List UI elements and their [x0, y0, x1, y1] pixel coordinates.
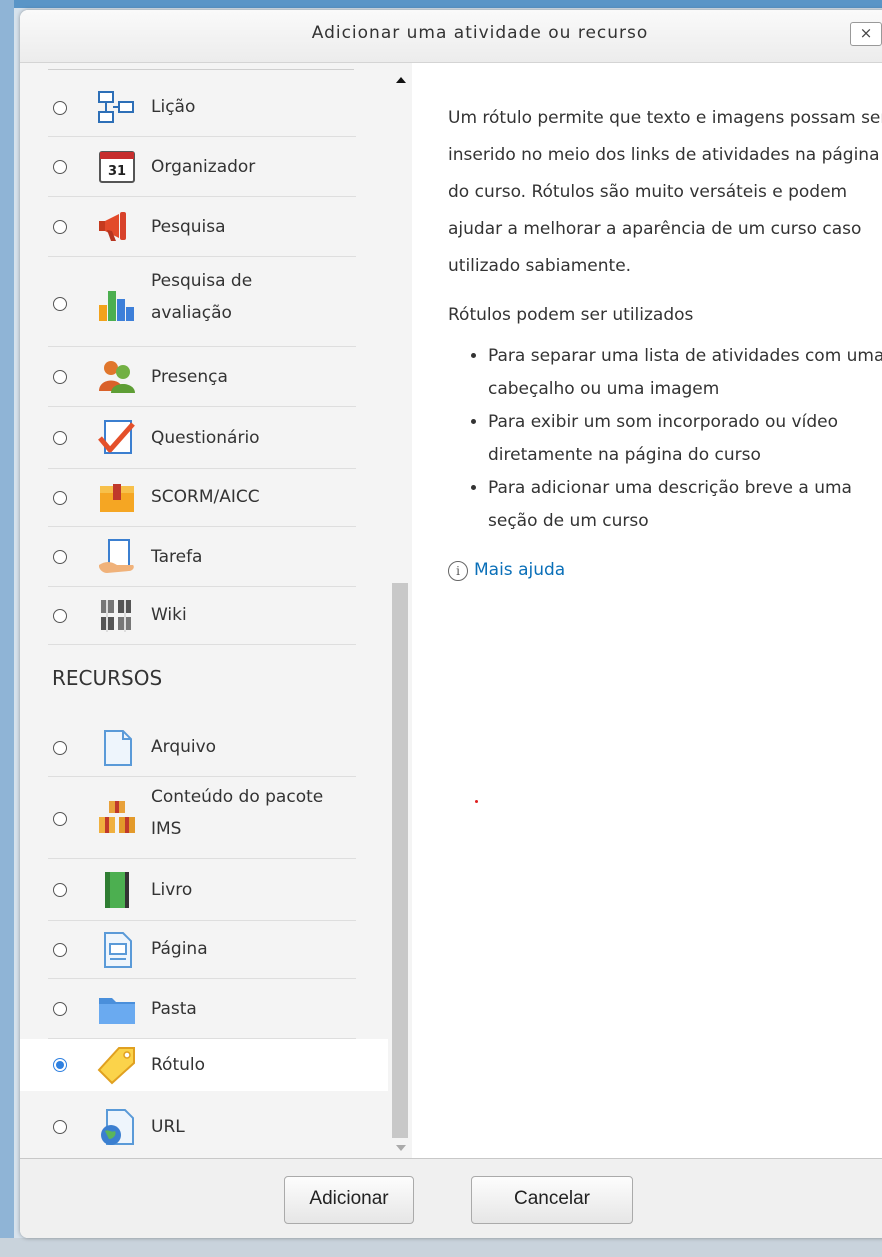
option-organizador[interactable]: 31 Organizador	[20, 137, 388, 197]
radio-pesquisa[interactable]	[53, 220, 67, 234]
option-presenca[interactable]: Presença	[20, 347, 388, 407]
option-label: Pesquisa de avaliação	[151, 271, 253, 323]
list-separator	[48, 644, 356, 645]
option-licao[interactable]: Lição	[20, 79, 388, 137]
option-label: Livro	[151, 880, 193, 900]
radio-licao[interactable]	[53, 101, 67, 115]
option-livro[interactable]: Livro	[20, 859, 388, 921]
book-icon	[105, 872, 129, 908]
radio-scorm-aicc[interactable]	[53, 491, 67, 505]
svg-text:31: 31	[108, 164, 126, 179]
module-description: Um rótulo permite que texto e imagens po…	[448, 100, 882, 589]
option-rotulo[interactable]: Rótulo	[20, 1039, 388, 1091]
list-separator	[48, 69, 354, 70]
description-paragraph: Um rótulo permite que texto e imagens po…	[448, 108, 882, 276]
list-scrollbar[interactable]	[388, 63, 412, 1158]
megaphone-icon	[99, 212, 126, 241]
option-label: Wiki	[151, 605, 187, 625]
radio-conteudo-pacote-ims[interactable]	[53, 812, 67, 826]
tag-icon	[97, 1047, 135, 1085]
radio-tarefa[interactable]	[53, 550, 67, 564]
calendar-icon: 31	[99, 151, 135, 183]
more-help-label[interactable]: Mais ajuda	[474, 552, 565, 589]
option-label: Presença	[151, 367, 228, 387]
option-label: Pasta	[151, 999, 197, 1019]
option-label: Organizador	[151, 157, 256, 177]
option-pasta[interactable]: Pasta	[20, 979, 388, 1039]
usage-list-item: Para separar uma lista de atividades com…	[488, 340, 882, 406]
scroll-down-icon[interactable]	[396, 1145, 406, 1151]
option-label: Conteúdo do pacote IMS	[151, 787, 324, 839]
option-arquivo[interactable]: Arquivo	[20, 719, 388, 777]
option-label: Página	[151, 939, 208, 959]
hand-document-icon	[99, 539, 134, 573]
dialog-title: Adicionar uma atividade ou recurso	[311, 23, 649, 43]
radio-rotulo[interactable]	[53, 1058, 67, 1072]
option-url[interactable]: URL	[20, 1097, 388, 1157]
option-conteudo-pacote-ims[interactable]: Conteúdo do pacote IMS	[20, 777, 388, 859]
option-pagina[interactable]: Página	[20, 921, 388, 979]
bar-chart-icon	[99, 291, 134, 321]
dialog-titlebar: Adicionar uma atividade ou recurso ×	[20, 10, 882, 63]
option-pesquisa[interactable]: Pesquisa	[20, 197, 388, 257]
usage-list-item: Para adicionar uma descrição breve a uma…	[488, 472, 882, 538]
option-wiki[interactable]: Wiki	[20, 587, 388, 645]
scroll-up-icon[interactable]	[396, 77, 406, 83]
page-icon	[104, 932, 132, 968]
radio-wiki[interactable]	[53, 609, 67, 623]
window-bottom-edge	[0, 1238, 882, 1257]
option-label: Rótulo	[151, 1055, 206, 1075]
checkmark-document-icon	[98, 420, 135, 454]
radio-questionario[interactable]	[53, 431, 67, 445]
option-scorm-aicc[interactable]: SCORM/AICC	[20, 469, 388, 527]
option-pesquisa-de-avaliacao[interactable]: Pesquisa de avaliação	[20, 257, 388, 347]
people-icon	[99, 361, 135, 393]
file-icon	[104, 730, 132, 766]
scrollbar-thumb[interactable]	[392, 583, 408, 1138]
window-top-strip	[0, 0, 882, 8]
add-button[interactable]: Adicionar	[284, 1176, 414, 1224]
radio-organizador[interactable]	[53, 160, 67, 174]
globe-document-icon	[101, 1109, 134, 1145]
radio-presenca[interactable]	[53, 370, 67, 384]
close-button[interactable]: ×	[850, 22, 882, 46]
description-subheading: Rótulos podem ser utilizados	[448, 305, 694, 325]
option-label: Tarefa	[151, 547, 203, 567]
option-label: Lição	[151, 97, 196, 117]
radio-pasta[interactable]	[53, 1002, 67, 1016]
radio-pesquisa-de-avaliacao[interactable]	[53, 297, 67, 311]
dialog-footer: Adicionar Cancelar	[20, 1158, 882, 1238]
more-help-link[interactable]: i Mais ajuda	[448, 552, 882, 589]
option-label: Questionário	[151, 428, 260, 448]
usage-list-item: Para exibir um som incorporado ou vídeo …	[488, 406, 882, 472]
option-label: Arquivo	[151, 737, 217, 757]
option-tarefa[interactable]: Tarefa	[20, 527, 388, 587]
info-icon: i	[448, 560, 468, 581]
window-left-edge	[0, 0, 14, 1257]
cancel-button[interactable]: Cancelar	[471, 1176, 633, 1224]
stray-dot	[475, 800, 478, 803]
package-icon	[100, 484, 134, 512]
option-questionario[interactable]: Questionário	[20, 407, 388, 469]
radio-url[interactable]	[53, 1120, 67, 1134]
radio-pagina[interactable]	[53, 943, 67, 957]
radio-livro[interactable]	[53, 883, 67, 897]
radio-arquivo[interactable]	[53, 741, 67, 755]
usage-list: Para separar uma lista de atividades com…	[448, 340, 882, 538]
option-label: URL	[151, 1117, 185, 1137]
wiki-icon	[101, 600, 131, 632]
option-label: SCORM/AICC	[151, 487, 260, 507]
activity-chooser-dialog: Adicionar uma atividade ou recurso × Liç…	[20, 10, 882, 1238]
folder-icon	[99, 998, 135, 1024]
lesson-icon	[98, 91, 134, 123]
ims-package-icon	[99, 801, 135, 833]
resources-heading: RECURSOS	[52, 666, 163, 690]
module-list: Lição 31 Organizador Pesquisa Pesquisa d…	[20, 63, 388, 1158]
option-label: Pesquisa	[151, 217, 226, 237]
